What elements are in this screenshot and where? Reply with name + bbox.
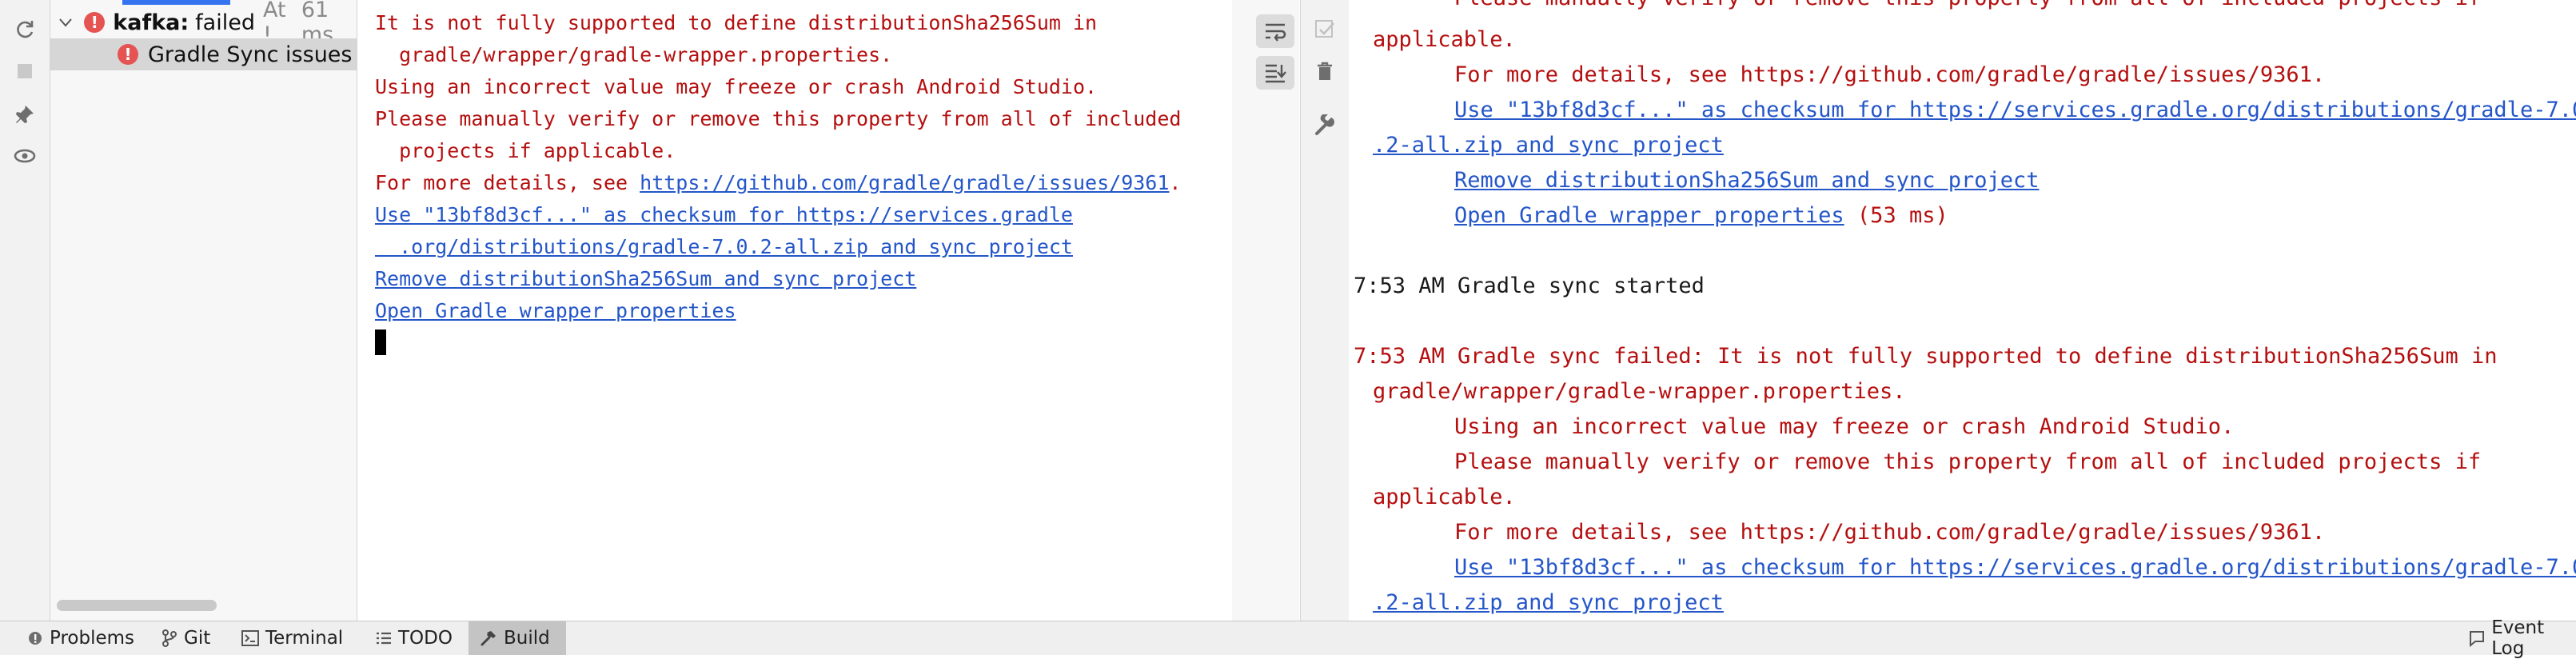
active-tab-indicator <box>122 0 230 5</box>
tree-root-name: kafka: <box>113 10 189 35</box>
event-log-line: For more details, see https://github.com… <box>1454 520 2326 545</box>
event-log-checksum-link-cont[interactable]: .2-all.zip and sync project <box>1373 131 1724 160</box>
pin-icon[interactable] <box>10 99 40 130</box>
checkmark-icon[interactable] <box>1310 14 1340 45</box>
git-branch-icon <box>162 629 177 647</box>
console-toolbar <box>1232 0 1299 621</box>
eye-icon[interactable] <box>10 141 40 171</box>
tab-todo[interactable]: TODO <box>369 621 459 655</box>
tree-child-label: Gradle Sync issues <box>148 42 353 67</box>
console-checksum-link[interactable]: Use "13bf8d3cf..." as checksum for https… <box>375 202 1073 229</box>
chevron-down-icon[interactable] <box>58 18 73 27</box>
console-details-prefix: For more details, see <box>375 171 640 194</box>
event-log-open-duration: (53 ms) <box>1844 203 1948 228</box>
tab-todo-label: TODO <box>398 628 453 649</box>
tree-root-status: failed <box>195 10 255 35</box>
status-bar: Problems Git Terminal TODO Build Event L… <box>0 617 2576 659</box>
tab-problems-label: Problems <box>50 628 135 649</box>
console-open-link[interactable]: Open Gradle wrapper properties <box>375 298 736 325</box>
tab-build[interactable]: Build <box>469 621 566 655</box>
build-tree: ! kafka: failed At ! 61 ms ! Gradle Sync… <box>50 0 357 621</box>
tab-problems[interactable]: Problems <box>21 621 141 655</box>
terminal-icon <box>241 630 259 646</box>
text-cursor <box>375 330 386 355</box>
stop-icon[interactable] <box>10 56 40 86</box>
tab-event-log[interactable]: Event Log <box>2467 617 2576 659</box>
event-log-line: applicable. <box>1373 485 1516 509</box>
tab-git-label: Git <box>184 628 211 649</box>
event-log-line: gradle/wrapper/gradle-wrapper.properties… <box>1373 379 1906 404</box>
hammer-icon <box>481 631 496 646</box>
event-log-line: applicable. <box>1373 27 1516 52</box>
event-log-toolbar <box>1300 0 1350 621</box>
console-line: projects if applicable. <box>375 139 676 162</box>
event-log-icon <box>2470 631 2484 647</box>
console-remove-link[interactable]: Remove distributionSha256Sum and sync pr… <box>375 266 916 293</box>
event-log-checksum-link[interactable]: Use "13bf8d3cf..." as checksum for https… <box>1454 96 2576 125</box>
event-log-open-line: Open Gradle wrapper properties (53 ms) <box>1454 202 1948 230</box>
console-details-suffix: . <box>1169 171 1182 194</box>
event-log-line: Please manually verify or remove this pr… <box>1454 0 2481 13</box>
tab-build-label: Build <box>504 628 550 649</box>
tab-git[interactable]: Git <box>155 621 217 655</box>
console-details-link[interactable]: https://github.com/gradle/gradle/issues/… <box>640 171 1169 194</box>
sync-icon[interactable] <box>10 14 40 45</box>
error-badge-icon: ! <box>84 12 106 33</box>
tree-row-gradle-sync-issues[interactable]: ! Gradle Sync issues <box>50 38 357 70</box>
console-checksum-link-cont[interactable]: .org/distributions/gradle-7.0.2-all.zip … <box>375 234 1073 261</box>
tab-event-log-label: Event Log <box>2491 617 2545 659</box>
console-line: Please manually verify or remove this pr… <box>375 107 1182 130</box>
soft-wrap-icon[interactable] <box>1256 14 1294 48</box>
console-line: gradle/wrapper/gradle-wrapper.properties… <box>375 43 893 66</box>
event-log-sync-started: 7:53 AM Gradle sync started <box>1354 274 1705 298</box>
event-log-line: Using an incorrect value may freeze or c… <box>1454 414 2235 439</box>
console-details-line: For more details, see https://github.com… <box>375 170 1181 197</box>
console-line: It is not fully supported to define dist… <box>375 11 1098 34</box>
build-tool-strip <box>0 0 50 621</box>
tree-horizontal-scrollbar[interactable] <box>57 600 217 611</box>
problems-icon <box>29 632 42 645</box>
error-badge-icon: ! <box>118 44 138 65</box>
console-line: Using an incorrect value may freeze or c… <box>375 75 1098 98</box>
tree-row-kafka[interactable]: ! kafka: failed At ! 61 ms <box>50 0 357 47</box>
tab-terminal-label: Terminal <box>265 628 344 649</box>
event-log-checksum-link-cont[interactable]: .2-all.zip and sync project <box>1373 589 1724 617</box>
build-console[interactable]: It is not fully supported to define dist… <box>357 0 1232 621</box>
event-log-remove-link[interactable]: Remove distributionSha256Sum and sync pr… <box>1454 166 2040 195</box>
event-log-sync-failed: 7:53 AM Gradle sync failed: It is not fu… <box>1354 344 2498 369</box>
event-log-open-link[interactable]: Open Gradle wrapper properties <box>1454 203 1844 228</box>
wrench-icon[interactable] <box>1310 110 1340 141</box>
event-log-checksum-link[interactable]: Use "13bf8d3cf..." as checksum for https… <box>1454 553 2576 582</box>
event-log-line: For more details, see https://github.com… <box>1454 62 2326 87</box>
trash-icon[interactable] <box>1310 56 1340 86</box>
todo-list-icon <box>377 632 391 645</box>
scroll-to-end-icon[interactable] <box>1256 56 1294 90</box>
event-log[interactable]: Please manually verify or remove this pr… <box>1349 0 2576 621</box>
tab-terminal[interactable]: Terminal <box>235 621 349 655</box>
event-log-line: Please manually verify or remove this pr… <box>1454 449 2482 474</box>
